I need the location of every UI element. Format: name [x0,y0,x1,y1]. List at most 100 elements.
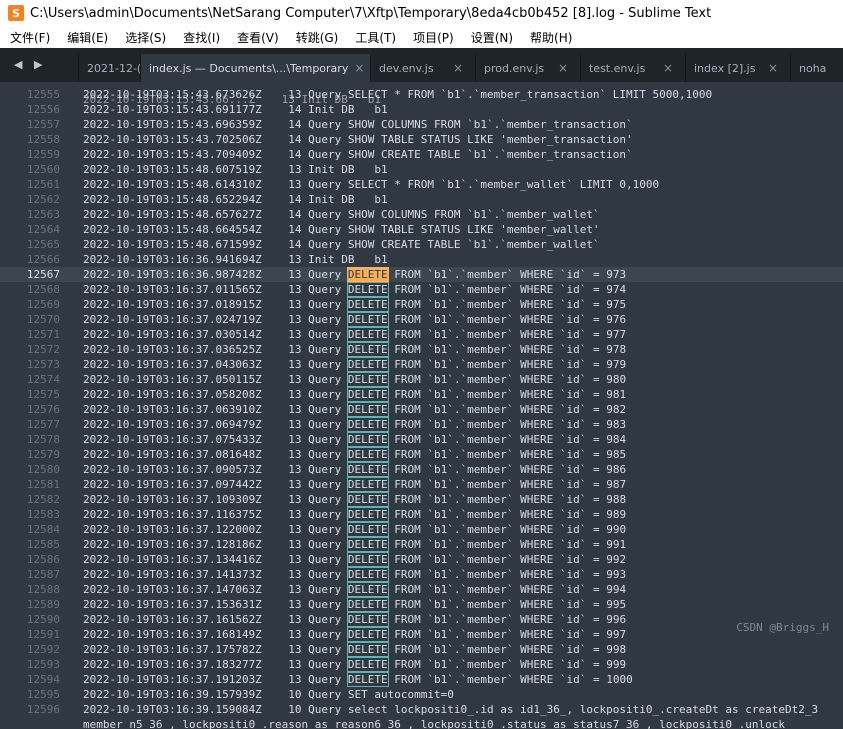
line-number: 12590 [26,613,60,626]
tab[interactable]: test.env.js × [580,54,685,82]
close-icon[interactable]: × [768,61,778,75]
code-line[interactable]: 12560 2022-10-19T03:15:48.607519Z 13 Init… [0,162,843,177]
code-line[interactable]: 12575 2022-10-19T03:16:37.058208Z 13 Quer… [0,387,843,402]
code-line[interactable]: member n5 36 , lockpositi0 .reason as re… [0,717,843,729]
code-line[interactable]: 12572 2022-10-19T03:16:37.036525Z 13 Quer… [0,342,843,357]
code-text: FROM `b1`.`member` WHERE `id` = 978 [387,343,627,356]
line-code: 2022-10-19T03:15:43.691177Z 14 Init DB b… [83,102,388,117]
tab-label: dev.env.js [379,61,434,75]
code-text: FROM `b1`.`member` WHERE `id` = 991 [387,538,627,551]
code-line[interactable]: 12592 2022-10-19T03:16:37.175782Z 13 Quer… [0,642,843,657]
line-number: 12574 [26,373,60,386]
code-line[interactable]: 12594 2022-10-19T03:16:37.191203Z 13 Quer… [0,672,843,687]
line-code: 2022-10-19T03:16:37.050115Z 13 Query DEL… [83,372,626,387]
menu-item[interactable]: 选择(S) [115,29,173,46]
menu-item[interactable]: 项目(P) [403,29,461,46]
code-line[interactable]: 12582 2022-10-19T03:16:37.109309Z 13 Quer… [0,492,843,507]
line-number: 12571 [26,328,60,341]
code-line[interactable]: 12564 2022-10-19T03:15:48.664554Z 14 Quer… [0,222,843,237]
code-line[interactable]: 12585 2022-10-19T03:16:37.128186Z 13 Quer… [0,537,843,552]
search-match: DELETE [346,312,389,327]
tab[interactable]: dev.env.js × [370,54,475,82]
code-line[interactable]: 12562 2022-10-19T03:15:48.652294Z 14 Init… [0,192,843,207]
code-line[interactable]: 12563 2022-10-19T03:15:48.657627Z 14 Quer… [0,207,843,222]
code-text: 2022-10-19T03:15:43.696359Z 14 Query SHO… [83,118,633,131]
code-line[interactable]: 12574 2022-10-19T03:16:37.050115Z 13 Quer… [0,372,843,387]
code-line[interactable]: 12588 2022-10-19T03:16:37.147063Z 13 Quer… [0,582,843,597]
menu-item[interactable]: 帮助(H) [520,29,579,46]
tab[interactable]: prod.env.js × [475,54,580,82]
code-line[interactable]: 12555 2022-10-19T03:15:43.673626Z 13 Quer… [0,87,843,102]
code-line[interactable]: 12584 2022-10-19T03:16:37.122000Z 13 Quer… [0,522,843,537]
code-text: 2022-10-19T03:16:37.024719Z 13 Query [83,313,348,326]
tab[interactable]: index [2].js × [685,54,790,82]
code-line[interactable]: 12565 2022-10-19T03:15:48.671599Z 14 Quer… [0,237,843,252]
code-line[interactable]: 12579 2022-10-19T03:16:37.081648Z 13 Quer… [0,447,843,462]
search-match: DELETE [346,507,389,522]
close-icon[interactable]: × [453,61,463,75]
window-title: C:\Users\admin\Documents\NetSarang Compu… [30,5,712,21]
code-line[interactable]: 12590 2022-10-19T03:16:37.161562Z 13 Quer… [0,612,843,627]
code-line[interactable]: 12576 2022-10-19T03:16:37.063910Z 13 Quer… [0,402,843,417]
code-line[interactable]: 12556 2022-10-19T03:15:43.691177Z 14 Init… [0,102,843,117]
code-line[interactable]: 12567 2022-10-19T03:16:36.987428Z 13 Quer… [0,267,843,282]
tab[interactable]: 2021-12-( [78,54,140,82]
code-line[interactable]: 12591 2022-10-19T03:16:37.168149Z 13 Quer… [0,627,843,642]
code-line[interactable]: 12578 2022-10-19T03:16:37.075433Z 13 Quer… [0,432,843,447]
code-line[interactable]: 12586 2022-10-19T03:16:37.134416Z 13 Quer… [0,552,843,567]
menu-item[interactable]: 设置(N) [461,29,520,46]
code-line[interactable]: 12561 2022-10-19T03:15:48.614310Z 13 Quer… [0,177,843,192]
code-line[interactable]: 12577 2022-10-19T03:16:37.069479Z 13 Quer… [0,417,843,432]
menu-item[interactable]: 编辑(E) [57,29,115,46]
tab-label: test.env.js [589,61,646,75]
search-match: DELETE [346,342,389,357]
close-icon[interactable]: × [558,61,568,75]
code-line[interactable]: 12566 2022-10-19T03:16:36.941694Z 13 Init… [0,252,843,267]
code-line[interactable]: 12595 2022-10-19T03:16:39.157939Z 10 Quer… [0,687,843,702]
line-number: 12555 [26,88,60,101]
menu-item[interactable]: 工具(T) [345,29,403,46]
line-number: 12586 [26,553,60,566]
window-titlebar: S C:\Users\admin\Documents\NetSarang Com… [0,0,843,26]
close-icon[interactable]: × [354,61,364,75]
code-line[interactable]: 12596 2022-10-19T03:16:39.159084Z 10 Quer… [0,702,843,717]
code-line[interactable]: 12571 2022-10-19T03:16:37.030514Z 13 Quer… [0,327,843,342]
line-code: 2022-10-19T03:16:37.147063Z 13 Query DEL… [83,582,626,597]
code-line[interactable]: 12587 2022-10-19T03:16:37.141373Z 13 Quer… [0,567,843,582]
code-line[interactable]: 12580 2022-10-19T03:16:37.090573Z 13 Quer… [0,462,843,477]
search-match: DELETE [346,522,389,537]
code-line[interactable]: 12593 2022-10-19T03:16:37.183277Z 13 Quer… [0,657,843,672]
code-line[interactable]: 12573 2022-10-19T03:16:37.043063Z 13 Quer… [0,357,843,372]
code-text: 2022-10-19T03:16:37.050115Z 13 Query [83,373,348,386]
menu-item[interactable]: 查看(V) [227,29,286,46]
line-code: 2022-10-19T03:16:36.987428Z 13 Query DEL… [83,267,626,282]
code-line[interactable]: 12583 2022-10-19T03:16:37.116375Z 13 Quer… [0,507,843,522]
line-code: 2022-10-19T03:15:48.664554Z 14 Query SHO… [83,222,600,237]
tab-nav-arrows-icon[interactable]: ◀ ▶ [14,58,46,71]
menu-item[interactable]: 文件(F) [0,29,57,46]
line-number: 12591 [26,628,60,641]
code-line[interactable]: 12570 2022-10-19T03:16:37.024719Z 13 Quer… [0,312,843,327]
line-code: 2022-10-19T03:16:37.075433Z 13 Query DEL… [83,432,626,447]
menu-item[interactable]: 查找(I) [173,29,227,46]
menu-item[interactable]: 转跳(G) [286,29,346,46]
code-text: FROM `b1`.`member` WHERE `id` = 994 [387,583,627,596]
line-number: 12594 [26,673,60,686]
code-text: 2022-10-19T03:16:37.147063Z 13 Query [83,583,348,596]
code-line[interactable]: 12557 2022-10-19T03:15:43.696359Z 14 Quer… [0,117,843,132]
code-text: member n5 36 , lockpositi0 .reason as re… [83,718,785,729]
code-text: 2022-10-19T03:16:37.097442Z 13 Query [83,478,348,491]
search-match: DELETE [346,447,389,462]
code-line[interactable]: 12589 2022-10-19T03:16:37.153631Z 13 Quer… [0,597,843,612]
code-line[interactable]: 12558 2022-10-19T03:15:43.702506Z 14 Quer… [0,132,843,147]
code-line[interactable]: 12569 2022-10-19T03:16:37.018915Z 13 Quer… [0,297,843,312]
line-code: 2022-10-19T03:16:37.097442Z 13 Query DEL… [83,477,626,492]
code-line[interactable]: 12568 2022-10-19T03:16:37.011565Z 13 Quer… [0,282,843,297]
code-line[interactable]: 12559 2022-10-19T03:15:43.709409Z 14 Quer… [0,147,843,162]
line-number: 12570 [26,313,60,326]
tab[interactable]: index.js — Documents\...\Temporary × [140,54,370,82]
tab[interactable]: noha [790,54,843,82]
close-icon[interactable]: × [663,61,673,75]
editor-pane[interactable]: 2022-10-19T03:15:43.66...Z 13 Init DB b1… [0,82,843,729]
code-line[interactable]: 12581 2022-10-19T03:16:37.097442Z 13 Quer… [0,477,843,492]
